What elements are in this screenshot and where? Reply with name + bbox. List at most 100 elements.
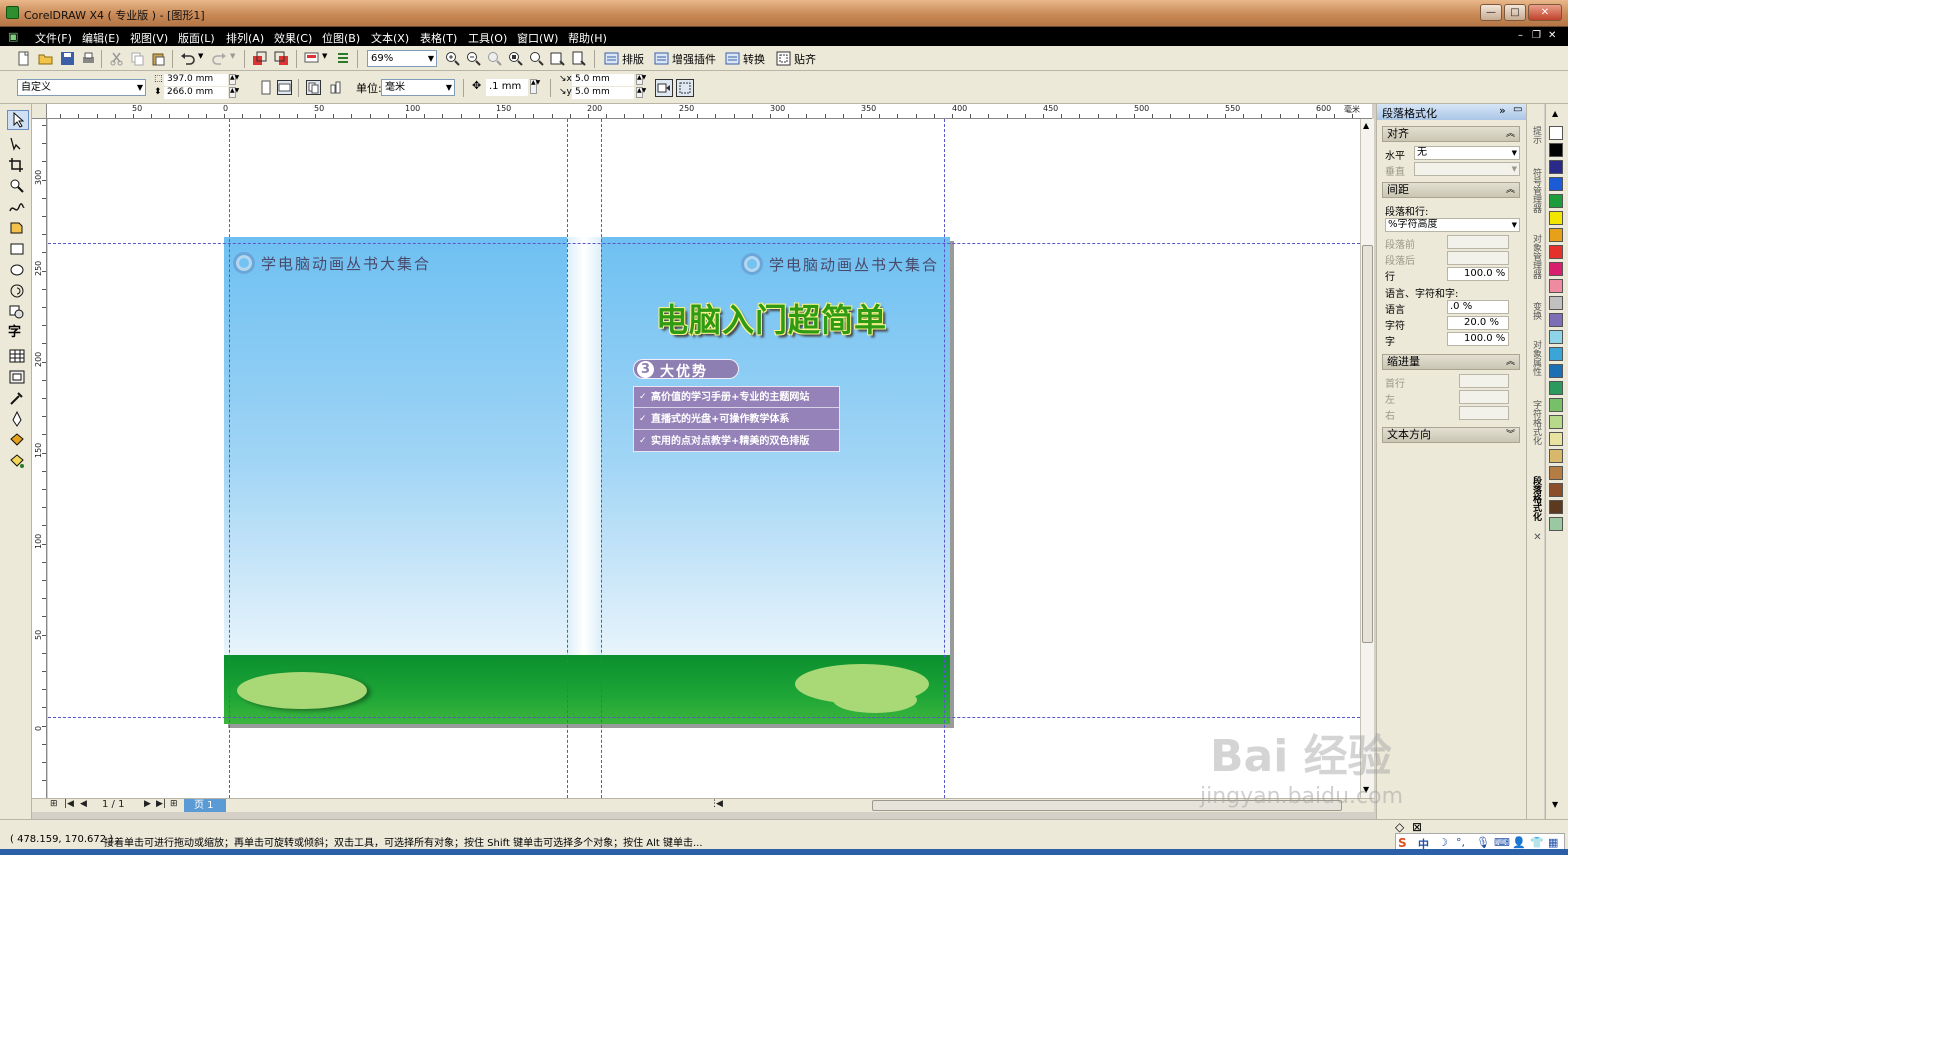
minimize-button[interactable]: — (1480, 4, 1502, 21)
page-height-field[interactable]: 266.0 mm (164, 87, 228, 99)
color-swatch[interactable] (1549, 296, 1563, 310)
shape-tool-icon[interactable] (8, 136, 26, 152)
prev-page-icon[interactable]: ◀ (80, 799, 87, 809)
dup-y-spinner[interactable]: ▲▼ (636, 87, 646, 98)
text-direction-section-header[interactable]: 文本方向 ︾ (1382, 427, 1520, 443)
color-swatch[interactable] (1549, 347, 1563, 361)
doc-close-icon[interactable]: ✕ (1548, 30, 1556, 41)
snap-button[interactable]: 贴齐 (794, 51, 816, 67)
save-icon[interactable] (60, 51, 75, 66)
horizontal-ruler[interactable]: 50 0 50 100 150 200 250 300 350 400 450 500 550 600 毫米 (32, 104, 1372, 119)
menu-view[interactable]: 视图(V) (130, 30, 168, 46)
tab-symbol-manager[interactable]: 符号管理器 (1529, 168, 1543, 213)
portrait-icon[interactable] (258, 80, 273, 95)
undo-icon[interactable] (180, 51, 195, 66)
height-spinner[interactable]: ▲▼ (229, 87, 239, 98)
color-swatch[interactable] (1549, 262, 1563, 276)
page-tab[interactable]: 页 1 (184, 799, 226, 812)
eyedropper-tool-icon[interactable] (8, 390, 26, 406)
cut-icon[interactable] (109, 51, 124, 66)
crop-tool-icon[interactable] (8, 157, 26, 173)
tabs-close-icon[interactable]: ✕ (1529, 532, 1543, 543)
first-page-icon[interactable]: |◀ (64, 799, 74, 809)
color-swatch[interactable] (1549, 228, 1563, 242)
after-paragraph-field[interactable] (1447, 251, 1509, 265)
typeset-icon[interactable] (604, 51, 619, 66)
document-icon[interactable]: ▣ (8, 30, 18, 43)
color-swatch[interactable] (1549, 449, 1563, 463)
doc-minimize-icon[interactable]: – (1518, 30, 1523, 41)
redo-icon[interactable] (212, 51, 227, 66)
zoom-all-objects-icon[interactable] (508, 51, 523, 66)
close-button[interactable]: ✕ (1528, 4, 1562, 21)
pick-tool-icon[interactable] (8, 112, 26, 128)
import-icon[interactable] (252, 51, 267, 66)
convert-button[interactable]: 转换 (743, 51, 765, 67)
zoom-selected-icon[interactable] (487, 51, 502, 66)
menu-file[interactable]: 文件(F) (35, 30, 72, 46)
guideline-vertical[interactable] (944, 119, 945, 798)
tab-object-manager[interactable]: 对象管理器 (1529, 234, 1543, 279)
vertical-scrollbar[interactable]: ▲ ▼ (1360, 119, 1374, 798)
color-swatch[interactable] (1549, 160, 1563, 174)
scroll-up-icon[interactable]: ▲ (1363, 121, 1369, 130)
palette-scroll-down-icon[interactable]: ▼ (1552, 800, 1558, 809)
menu-text[interactable]: 文本(X) (371, 30, 409, 46)
doc-restore-icon[interactable]: ❐ (1532, 30, 1541, 41)
interactive-fill-tool-icon[interactable] (8, 453, 26, 469)
nudge-field[interactable]: .1 mm (486, 79, 528, 96)
color-swatch[interactable] (1549, 483, 1563, 497)
tab-object-properties[interactable]: 对象属性 (1529, 340, 1543, 376)
snap-icon[interactable] (776, 51, 791, 66)
undo-dropdown-icon[interactable]: ▼ (198, 52, 203, 60)
voice-icon[interactable]: 🎙 (1476, 836, 1490, 849)
punctuation-icon[interactable]: °, (1456, 836, 1465, 849)
launcher-dropdown-icon[interactable]: ▼ (322, 52, 327, 60)
fill-indicator-icon[interactable]: ◇ (1395, 820, 1404, 834)
grid-icon[interactable]: ▦ (1548, 836, 1558, 849)
duplicate-y-field[interactable]: 5.0 mm (572, 87, 634, 99)
scroll-left-icon[interactable]: ◀ (716, 799, 723, 809)
all-pages-icon[interactable] (306, 80, 321, 95)
half-width-icon[interactable]: ☽ (1438, 836, 1448, 849)
zoom-page-icon[interactable] (529, 51, 544, 66)
application-launcher-icon[interactable] (304, 51, 319, 66)
zoom-level-combo[interactable]: 69% ▼ (367, 50, 437, 67)
last-page-icon[interactable]: ▶| (156, 799, 166, 809)
first-line-indent-field[interactable] (1459, 374, 1509, 388)
align-section-header[interactable]: 对齐 ︽ (1382, 126, 1520, 142)
color-swatch[interactable] (1549, 245, 1563, 259)
keyboard-icon[interactable]: ⌨ (1494, 836, 1510, 849)
color-swatch[interactable] (1549, 500, 1563, 514)
copy-icon[interactable] (130, 51, 145, 66)
guideline-horizontal[interactable] (48, 717, 1360, 718)
outline-pen-tool-icon[interactable] (8, 411, 26, 427)
before-paragraph-field[interactable] (1447, 235, 1509, 249)
open-icon[interactable] (38, 51, 53, 66)
menu-effects[interactable]: 效果(C) (274, 30, 312, 46)
color-swatch[interactable] (1549, 381, 1563, 395)
color-swatch[interactable] (1549, 143, 1563, 157)
fill-tool-icon[interactable] (8, 432, 26, 448)
maximize-button[interactable]: □ (1504, 4, 1526, 21)
user-icon[interactable]: 👤 (1512, 836, 1526, 849)
color-swatch[interactable] (1549, 466, 1563, 480)
menu-help[interactable]: 帮助(H) (568, 30, 607, 46)
outline-indicator-icon[interactable]: ⊠ (1412, 820, 1422, 834)
spacing-unit-select[interactable]: %字符高度 ▼ (1385, 218, 1520, 232)
redo-dropdown-icon[interactable]: ▼ (230, 52, 235, 60)
dup-x-spinner[interactable]: ▲▼ (636, 74, 646, 85)
word-spacing-field[interactable]: 100.0 % (1447, 332, 1509, 346)
treat-as-filled-icon[interactable] (676, 79, 694, 97)
tab-transform[interactable]: 变换 (1529, 302, 1543, 320)
polygon-tool-icon[interactable] (8, 283, 26, 299)
nudge-spinner[interactable]: ▲▼ (530, 79, 540, 94)
docker-minimize-icon[interactable]: ▭ (1513, 104, 1522, 115)
right-indent-field[interactable] (1459, 406, 1509, 420)
print-icon[interactable] (81, 51, 96, 66)
menu-bitmaps[interactable]: 位图(B) (322, 30, 360, 46)
freehand-tool-icon[interactable] (8, 199, 26, 215)
horizontal-align-select[interactable]: 无 ▼ (1414, 146, 1520, 160)
indent-section-header[interactable]: 缩进量 ︽ (1382, 354, 1520, 370)
landscape-icon[interactable] (277, 80, 292, 95)
